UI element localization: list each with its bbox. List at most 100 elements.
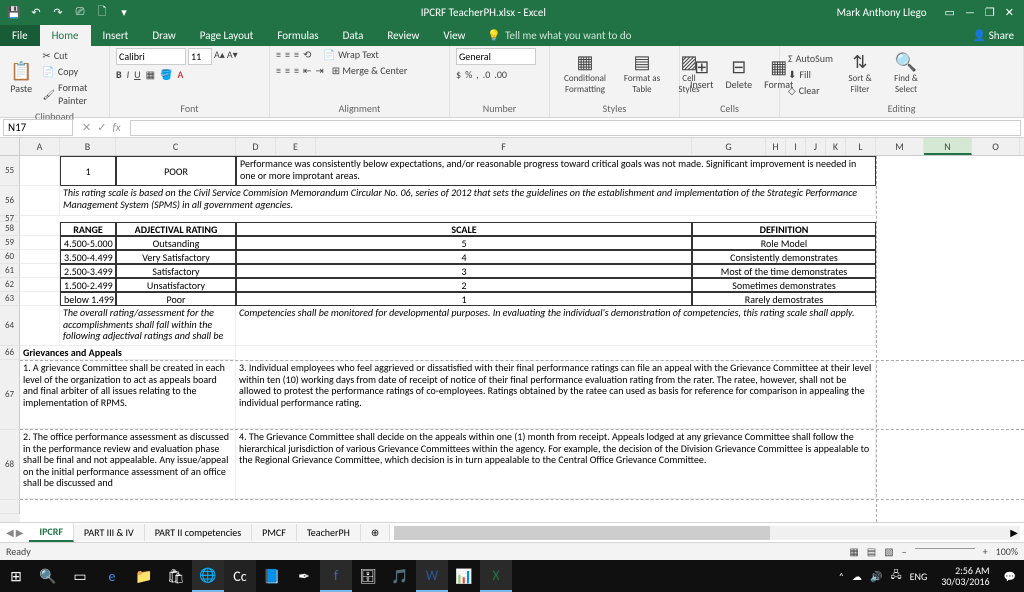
clear-button[interactable]: ◇Clear <box>786 83 835 98</box>
hdr-def[interactable]: DEFINITION <box>692 222 876 236</box>
qat-dropdown-icon[interactable]: ▾ <box>116 6 132 19</box>
sheet-part34[interactable]: PART III & IV <box>74 524 145 541</box>
hdr-scale[interactable]: SCALE <box>236 222 692 236</box>
align-center-icon[interactable]: ≡ <box>285 64 290 77</box>
table-row[interactable]: Very Satisfactory <box>116 250 236 264</box>
prev-sheet-icon[interactable]: ◀ <box>6 526 14 539</box>
cell-g4[interactable]: 4. The Grievance Committee shall decide … <box>236 430 876 499</box>
delete-button[interactable]: ⊟Delete <box>722 56 757 93</box>
align-left-icon[interactable]: ≡ <box>276 64 281 77</box>
horizontal-scrollbar[interactable]: ◀▶ <box>394 526 1020 540</box>
format-as-table-button[interactable]: ▤Format as Table <box>618 51 666 97</box>
tab-review[interactable]: Review <box>375 25 431 46</box>
table-row[interactable]: Satisfactory <box>116 264 236 278</box>
table-row[interactable]: Rarely demostrates <box>692 292 876 306</box>
tray-up-icon[interactable]: ˄ <box>839 570 844 583</box>
new-sheet-button[interactable]: ⊕ <box>361 524 390 541</box>
row-56[interactable]: 56 <box>0 186 20 216</box>
taskbar-cc[interactable]: Cc <box>224 560 256 592</box>
tray-volume-icon[interactable]: 🔊 <box>870 570 882 583</box>
decrease-decimal-icon[interactable]: .00 <box>494 68 507 81</box>
save-icon[interactable]: 💾 <box>6 6 22 19</box>
sheet-part2[interactable]: PART II competencies <box>145 524 252 541</box>
col-C[interactable]: C <box>116 138 236 155</box>
cell-poor-desc[interactable]: Performance was consistently below expec… <box>236 156 876 186</box>
cell-g2[interactable]: 2. The office performance assessment as … <box>20 430 236 499</box>
col-G[interactable]: G <box>692 138 766 155</box>
taskbar-chrome[interactable]: 🌐 <box>192 560 224 592</box>
format-painter-button[interactable]: 🖌Format Painter <box>40 80 103 108</box>
col-A[interactable]: A <box>20 138 60 155</box>
row-61[interactable]: 61 <box>0 264 20 278</box>
tab-home[interactable]: Home <box>40 25 91 46</box>
col-L[interactable]: L <box>846 138 876 155</box>
table-row[interactable]: Outsanding <box>116 236 236 250</box>
indent-increase-icon[interactable]: ⇥ <box>315 64 323 77</box>
cell-poor-label[interactable]: POOR <box>116 156 236 186</box>
close-icon[interactable]: ✕ <box>1005 6 1014 19</box>
table-row[interactable]: 1.500-2.499 <box>60 278 116 292</box>
view-page-icon[interactable]: ▤ <box>867 545 876 558</box>
copy-button[interactable]: 📄Copy <box>40 64 103 79</box>
maximize-icon[interactable]: ❐ <box>985 6 995 19</box>
taskbar-edge[interactable]: e <box>96 560 128 592</box>
indent-decrease-icon[interactable]: ⇤ <box>303 64 311 77</box>
sheet-pmcf[interactable]: PMCF <box>252 524 297 541</box>
comma-icon[interactable]: , <box>476 68 479 81</box>
redo-icon[interactable]: ↷ <box>50 6 66 19</box>
align-bottom-icon[interactable]: ≡ <box>294 48 299 61</box>
view-normal-icon[interactable]: ▦ <box>849 545 858 558</box>
hdr-range[interactable]: RANGE <box>60 222 116 236</box>
conditional-formatting-button[interactable]: ▦Conditional Formatting <box>556 51 614 97</box>
col-J[interactable]: J <box>806 138 826 155</box>
underline-button[interactable]: U <box>134 68 140 81</box>
row-64[interactable]: 64 <box>0 306 20 346</box>
border-icon[interactable]: ▦ <box>146 68 155 81</box>
autosum-button[interactable]: ΣAutoSum <box>786 51 835 66</box>
cells[interactable]: 1 POOR Performance was consistently belo… <box>20 156 1024 522</box>
touch-icon[interactable]: ⎚ <box>72 5 88 19</box>
taskbar-word[interactable]: W <box>416 560 448 592</box>
row-58[interactable]: 58 <box>0 222 20 236</box>
orientation-icon[interactable]: ⟲ <box>303 48 311 61</box>
sort-filter-button[interactable]: ⇅Sort & Filter <box>839 51 881 97</box>
task-view-icon[interactable]: ▭ <box>64 560 96 592</box>
row-67[interactable]: 67 <box>0 360 20 430</box>
taskbar-app3[interactable]: 🗄 <box>352 560 384 592</box>
table-row[interactable]: 2.500-3.499 <box>60 264 116 278</box>
taskbar-app1[interactable]: 📘 <box>256 560 288 592</box>
tray-lang[interactable]: ENG <box>910 570 928 583</box>
share-button[interactable]: 👤 Share <box>963 25 1024 46</box>
tell-me[interactable]: 💡Tell me what you want to do <box>477 25 641 46</box>
user-name[interactable]: Mark Anthony Llego <box>829 6 935 19</box>
decrease-font-icon[interactable]: A▾ <box>227 48 238 65</box>
minimize-icon[interactable]: — <box>965 6 975 19</box>
tray-notifications-icon[interactable]: 💬 <box>1004 570 1016 583</box>
undo-icon[interactable]: ↶ <box>28 6 44 19</box>
cell-overall-note[interactable]: The overall rating/assessment for the ac… <box>60 306 236 346</box>
table-row[interactable]: Role Model <box>692 236 876 250</box>
fill-button[interactable]: ⬇Fill <box>786 67 835 82</box>
ribbon-options-icon[interactable]: ▭ <box>945 6 955 19</box>
row-55[interactable]: 55 <box>0 156 20 186</box>
align-right-icon[interactable]: ≡ <box>294 64 299 77</box>
col-M[interactable]: M <box>876 138 924 155</box>
table-row[interactable]: 4 <box>236 250 692 264</box>
tab-view[interactable]: View <box>431 25 477 46</box>
align-top-icon[interactable]: ≡ <box>276 48 281 61</box>
tab-data[interactable]: Data <box>331 25 376 46</box>
fill-color-icon[interactable]: 🪣 <box>160 68 172 81</box>
cell-scale-note[interactable]: This rating scale is based on the Civil … <box>60 186 876 216</box>
wrap-text-button[interactable]: 📄 Wrap Text <box>323 48 378 61</box>
taskbar-store[interactable]: 🛍 <box>160 560 192 592</box>
tray-clock[interactable]: 2:56 AM 30/03/2016 <box>935 565 995 587</box>
table-row[interactable]: Sometimes demonstrates <box>692 278 876 292</box>
row-62[interactable]: 62 <box>0 278 20 292</box>
font-size-input[interactable] <box>188 48 212 65</box>
row-63[interactable]: 63 <box>0 292 20 306</box>
row-60[interactable]: 60 <box>0 250 20 264</box>
table-row[interactable]: 3.500-4.499 <box>60 250 116 264</box>
table-row[interactable]: 3 <box>236 264 692 278</box>
tab-pagelayout[interactable]: Page Layout <box>188 25 266 46</box>
cut-button[interactable]: ✂Cut <box>40 48 103 63</box>
